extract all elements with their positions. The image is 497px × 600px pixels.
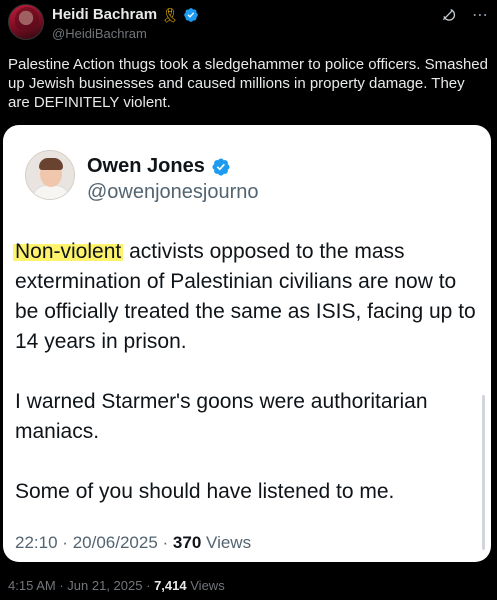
avatar-shirt <box>32 185 70 199</box>
meta-separator: · <box>146 578 151 593</box>
quoted-views-count: 370 <box>172 533 202 552</box>
author-name-row: Heidi Bachram 🎗 <box>52 6 199 23</box>
post-time[interactable]: 4:15 AM <box>8 578 56 593</box>
meta-separator: · <box>59 578 64 593</box>
quoted-post-date[interactable]: 20/06/2025 <box>73 533 158 552</box>
scrollbar[interactable] <box>482 395 485 550</box>
grok-icon[interactable] <box>439 6 457 24</box>
quoted-paragraph-1: Non-violent activists opposed to the mas… <box>13 237 479 357</box>
post-views-label: Views <box>190 578 225 593</box>
quoted-views-label: Views <box>206 533 252 552</box>
quoted-paragraph-3: Some of you should have listened to me. <box>15 480 395 503</box>
author-handle[interactable]: @HeidiBachram <box>52 26 147 41</box>
verified-badge-icon <box>212 157 230 176</box>
post-views-count[interactable]: 7,414 <box>154 578 187 593</box>
quoted-paragraph-2: I warned Starmer's goons were authoritar… <box>15 390 428 443</box>
quoted-author-avatar[interactable] <box>25 150 75 200</box>
quoted-author-name[interactable]: Owen Jones <box>87 155 205 178</box>
highlighted-text: Non-violent <box>13 240 124 263</box>
meta-separator: · <box>62 533 68 552</box>
yellow-ribbon-icon: 🎗 <box>161 6 179 23</box>
post-date[interactable]: Jun 21, 2025 <box>67 578 142 593</box>
author-avatar[interactable] <box>8 4 44 40</box>
verified-badge-icon <box>183 7 198 22</box>
post-header: Heidi Bachram 🎗 @HeidiBachram ⋯ <box>8 4 489 44</box>
quoted-post-meta: 22:10 · 20/06/2025 · 370 Views <box>15 533 251 553</box>
quoted-author-handle[interactable]: @owenjonesjourno <box>87 181 259 204</box>
quoted-post-card[interactable]: Owen Jones @owenjonesjourno Non-violent … <box>3 125 491 562</box>
meta-separator: · <box>162 533 169 552</box>
quoted-author-name-row: Owen Jones <box>87 155 231 178</box>
post-text: Palestine Action thugs took a sledgehamm… <box>8 56 488 111</box>
quoted-post-text: Non-violent activists opposed to the mas… <box>13 237 479 537</box>
quoted-post-time[interactable]: 22:10 <box>15 533 58 552</box>
more-options-icon[interactable]: ⋯ <box>471 6 489 24</box>
avatar-hair <box>39 158 63 170</box>
author-name[interactable]: Heidi Bachram <box>52 6 157 23</box>
post-meta: 4:15 AM · Jun 21, 2025 · 7,414 Views <box>8 578 225 593</box>
header-actions: ⋯ <box>439 6 489 24</box>
